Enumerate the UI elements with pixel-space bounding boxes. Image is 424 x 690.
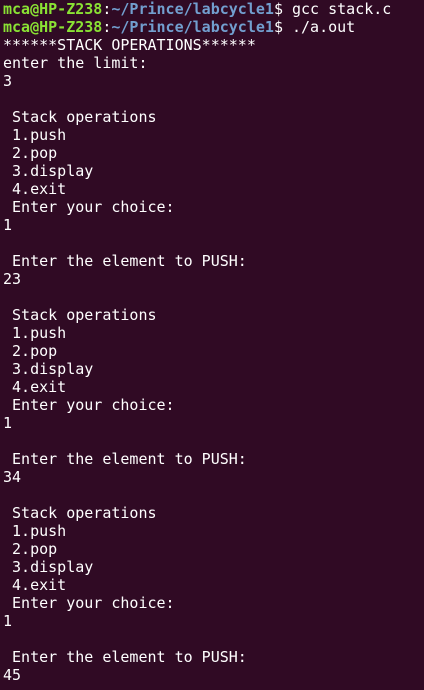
prompt-user-host: mca@HP-Z238 (3, 18, 103, 36)
output-line: Enter the element to PUSH: (3, 648, 247, 666)
output-line: 3.display (3, 558, 94, 576)
output-line: Stack operations (3, 306, 157, 324)
output-line: Enter your choice: (3, 198, 175, 216)
prompt-line: mca@HP-Z238:~/Prince/labcycle1$ gcc stac… (0, 0, 424, 18)
output-line: 1.push (3, 522, 67, 540)
output-line: 34 (3, 468, 22, 486)
output-line: 3 (3, 72, 13, 90)
prompt-symbol: $ (273, 18, 292, 36)
output-line: 3.display (3, 162, 94, 180)
command-text: gcc stack.c (292, 0, 392, 18)
output-line: 2.pop (3, 540, 58, 558)
output-line: 4.exit (3, 180, 67, 198)
output-line: Stack operations (3, 108, 157, 126)
output-line: Enter the element to PUSH: (3, 450, 247, 468)
output-line: 1 (3, 216, 13, 234)
prompt-path: ~/Prince/labcycle1 (111, 18, 274, 36)
output-line: Enter the element to PUSH: (3, 252, 247, 270)
terminal-output: ******STACK OPERATIONS****** enter the li… (0, 36, 424, 684)
prompt-line: mca@HP-Z238:~/Prince/labcycle1$ ./a.out (0, 18, 424, 36)
output-line: 45 (3, 666, 22, 684)
output-line: Stack operations (3, 504, 157, 522)
prompt-user-host: mca@HP-Z238 (3, 0, 103, 18)
output-line: 4.exit (3, 576, 67, 594)
output-line: 1.push (3, 324, 67, 342)
output-line: Enter your choice: (3, 396, 175, 414)
output-line: 1 (3, 612, 13, 630)
output-line: 23 (3, 270, 22, 288)
output-line: 1 (3, 414, 13, 432)
output-line: 2.pop (3, 342, 58, 360)
output-line: enter the limit: (3, 54, 148, 72)
output-line: ******STACK OPERATIONS****** (3, 36, 256, 54)
terminal-window[interactable]: mca@HP-Z238:~/Prince/labcycle1$ gcc stac… (0, 0, 424, 690)
output-line: 4.exit (3, 378, 67, 396)
prompt-symbol: $ (273, 0, 292, 18)
prompt-path: ~/Prince/labcycle1 (111, 0, 274, 18)
output-line: 3.display (3, 360, 94, 378)
output-line: 1.push (3, 126, 67, 144)
output-line: 2.pop (3, 144, 58, 162)
output-line: Enter your choice: (3, 594, 175, 612)
command-text: ./a.out (292, 18, 356, 36)
